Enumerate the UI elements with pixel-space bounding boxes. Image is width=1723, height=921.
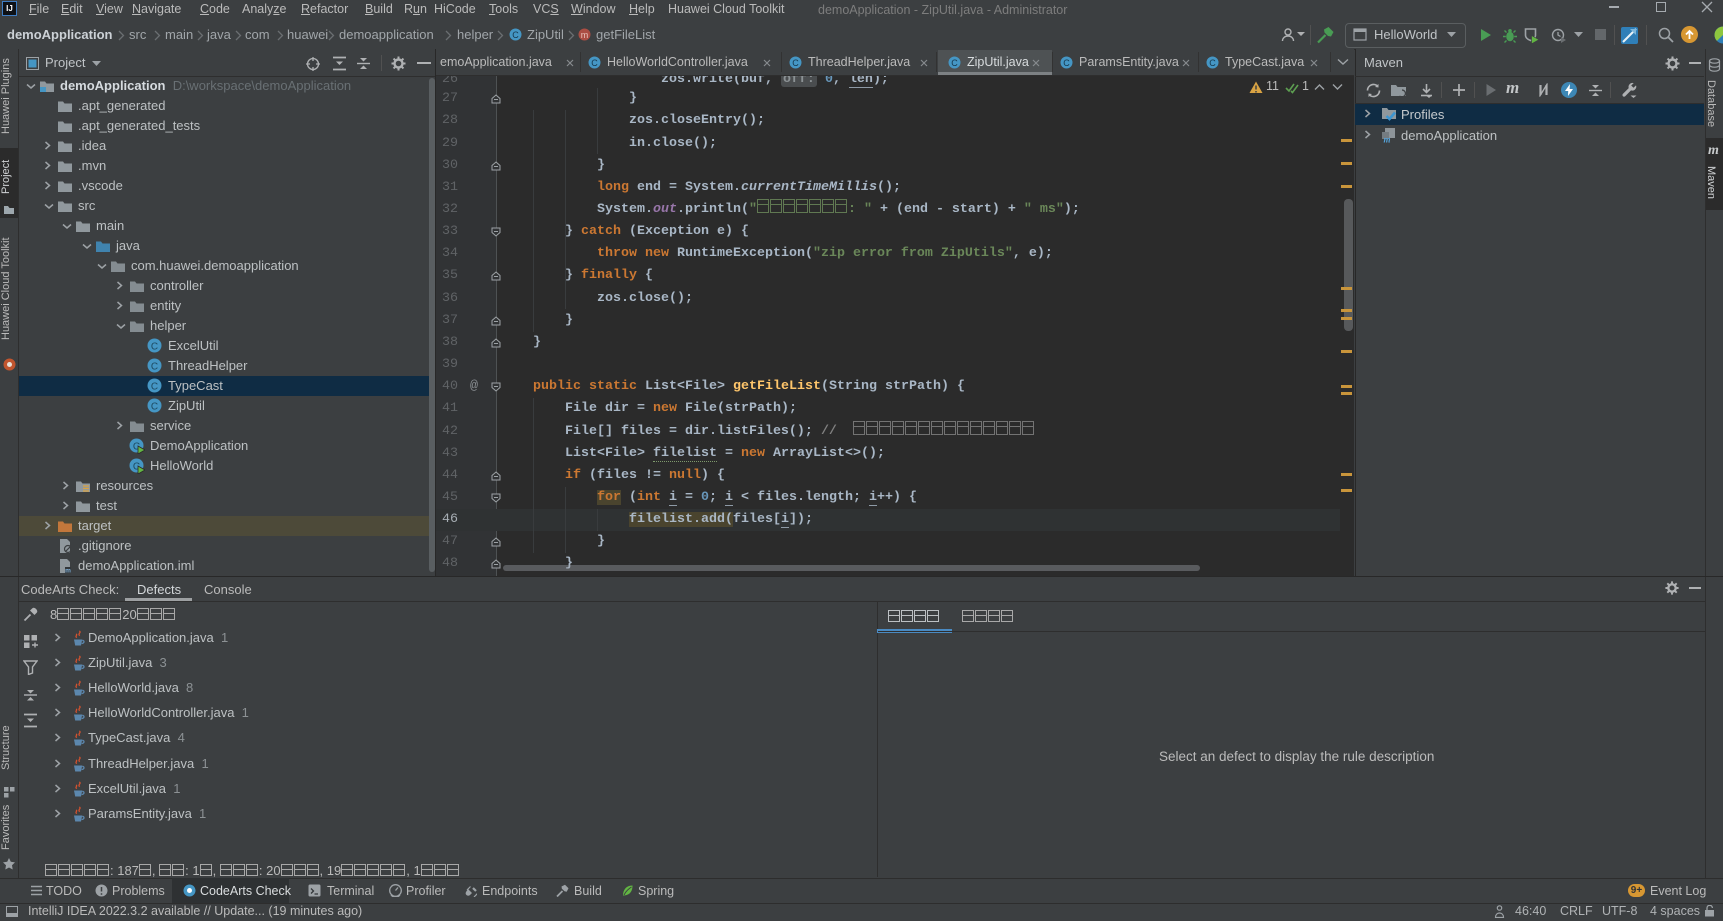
- svg-text:m: m: [1383, 135, 1390, 144]
- svg-text:C: C: [591, 58, 598, 68]
- svg-text:C: C: [951, 58, 958, 68]
- svg-text:C: C: [512, 30, 519, 40]
- svg-text:C: C: [1063, 58, 1070, 68]
- svg-text:C: C: [151, 362, 158, 373]
- svg-text:C: C: [1209, 58, 1216, 68]
- svg-text:C: C: [151, 342, 158, 353]
- svg-text:m: m: [581, 30, 589, 40]
- svg-text:m: m: [65, 568, 71, 575]
- svg-text:C: C: [792, 58, 799, 68]
- svg-text:C: C: [151, 382, 158, 393]
- svg-text:C: C: [151, 402, 158, 413]
